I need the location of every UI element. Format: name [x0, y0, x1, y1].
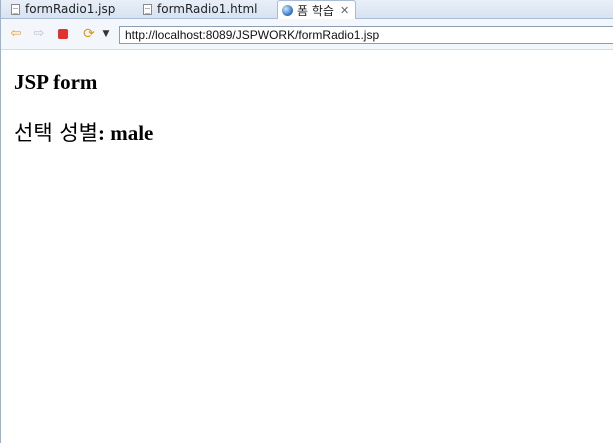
result-separator: :: [97, 121, 111, 145]
refresh-icon[interactable]: ⟳: [81, 27, 97, 41]
browser-frame: formRadio1.jsp formRadio1.html 폼 학습 ✕ ⇦ …: [0, 0, 613, 443]
tab-label: formRadio1.jsp: [25, 2, 116, 16]
tab-formradio1-html[interactable]: formRadio1.html: [143, 0, 257, 18]
tab-label: 폼 학습: [297, 4, 334, 18]
tab-formradio1-jsp[interactable]: formRadio1.jsp: [11, 0, 115, 18]
close-icon[interactable]: ✕: [340, 4, 349, 17]
selected-gender-result: 선택 성별: male: [14, 117, 153, 147]
url-input[interactable]: [119, 26, 613, 44]
file-icon: [11, 3, 20, 15]
back-arrow-icon[interactable]: ⇦: [8, 27, 24, 41]
tab-bar: formRadio1.jsp formRadio1.html 폼 학습 ✕: [1, 0, 613, 20]
result-value: male: [110, 121, 154, 145]
result-label: 선택 성별: [14, 121, 98, 145]
tab-label: formRadio1.html: [157, 2, 258, 16]
page-title: JSP form: [14, 70, 98, 94]
browser-toolbar: ⇦ ⇨ ⟳ ▼: [1, 19, 613, 50]
page-content: JSP form 선택 성별: male: [1, 50, 613, 443]
stop-icon[interactable]: [56, 27, 70, 41]
file-icon: [143, 3, 152, 15]
globe-icon: [282, 5, 293, 16]
forward-arrow-icon[interactable]: ⇨: [31, 27, 47, 41]
chevron-down-icon[interactable]: ▼: [101, 27, 111, 41]
tab-form-study[interactable]: 폼 학습 ✕: [277, 0, 357, 20]
